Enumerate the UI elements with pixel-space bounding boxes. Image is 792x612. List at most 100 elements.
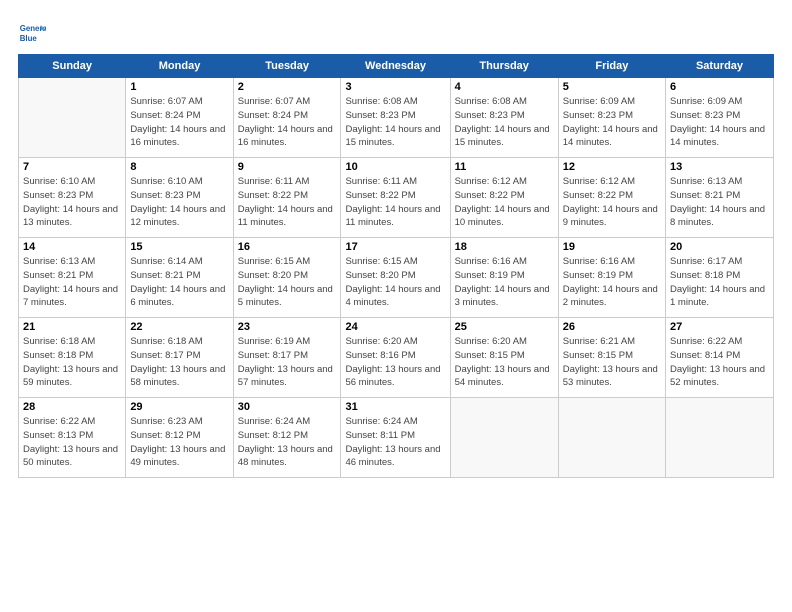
calendar-cell: 20Sunrise: 6:17 AMSunset: 8:18 PMDayligh…: [666, 238, 774, 318]
calendar-body: 1 Sunrise: 6:07 AMSunset: 8:24 PMDaylight…: [19, 78, 774, 478]
day-info: Sunrise: 6:19 AMSunset: 8:17 PMDaylight:…: [238, 335, 337, 390]
calendar-cell: 9Sunrise: 6:11 AMSunset: 8:22 PMDaylight…: [233, 158, 341, 238]
calendar-cell: 22 Sunrise: 6:18 AMSunset: 8:17 PMDayligh…: [126, 318, 233, 398]
day-number: 9: [238, 161, 337, 173]
day-number: 2: [238, 81, 337, 93]
calendar-week-row: 28 Sunrise: 6:22 AMSunset: 8:13 PMDayligh…: [19, 398, 774, 478]
calendar-week-row: 14 Sunrise: 6:13 AMSunset: 8:21 PMDayligh…: [19, 238, 774, 318]
calendar-cell: 25 Sunrise: 6:20 AMSunset: 8:15 PMDayligh…: [450, 318, 558, 398]
day-number: 18: [455, 241, 554, 253]
day-info: Sunrise: 6:11 AMSunset: 8:22 PMDaylight:…: [345, 175, 445, 230]
day-info: Sunrise: 6:22 AMSunset: 8:13 PMDaylight:…: [23, 415, 121, 470]
day-number: 1: [130, 81, 228, 93]
day-number: 5: [563, 81, 661, 93]
calendar-cell: 8 Sunrise: 6:10 AMSunset: 8:23 PMDaylight…: [126, 158, 233, 238]
calendar-week-row: 7 Sunrise: 6:10 AMSunset: 8:23 PMDaylight…: [19, 158, 774, 238]
calendar-cell: [450, 398, 558, 478]
day-info: Sunrise: 6:20 AMSunset: 8:16 PMDaylight:…: [345, 335, 445, 390]
calendar-cell: 1 Sunrise: 6:07 AMSunset: 8:24 PMDaylight…: [126, 78, 233, 158]
day-info: Sunrise: 6:13 AMSunset: 8:21 PMDaylight:…: [23, 255, 121, 310]
day-number: 15: [130, 241, 228, 253]
day-header: Thursday: [450, 55, 558, 78]
calendar-cell: 4Sunrise: 6:08 AMSunset: 8:23 PMDaylight…: [450, 78, 558, 158]
day-number: 11: [455, 161, 554, 173]
day-info: Sunrise: 6:16 AMSunset: 8:19 PMDaylight:…: [455, 255, 554, 310]
calendar-page: General Blue SundayMondayTuesdayWednesda…: [0, 0, 792, 488]
day-number: 13: [670, 161, 769, 173]
calendar-cell: 16 Sunrise: 6:15 AMSunset: 8:20 PMDayligh…: [233, 238, 341, 318]
calendar-header-row: SundayMondayTuesdayWednesdayThursdayFrid…: [19, 55, 774, 78]
day-info: Sunrise: 6:14 AMSunset: 8:21 PMDaylight:…: [130, 255, 228, 310]
day-info: Sunrise: 6:07 AMSunset: 8:24 PMDaylight:…: [130, 95, 228, 150]
calendar-cell: 6 Sunrise: 6:09 AMSunset: 8:23 PMDaylight…: [666, 78, 774, 158]
calendar-header: General Blue: [18, 18, 774, 46]
day-header: Saturday: [666, 55, 774, 78]
day-header: Tuesday: [233, 55, 341, 78]
day-info: Sunrise: 6:21 AMSunset: 8:15 PMDaylight:…: [563, 335, 661, 390]
day-number: 31: [345, 401, 445, 413]
logo: General Blue: [18, 18, 50, 46]
calendar-cell: 14 Sunrise: 6:13 AMSunset: 8:21 PMDayligh…: [19, 238, 126, 318]
calendar-cell: 21 Sunrise: 6:18 AMSunset: 8:18 PMDayligh…: [19, 318, 126, 398]
day-info: Sunrise: 6:18 AMSunset: 8:18 PMDaylight:…: [23, 335, 121, 390]
day-number: 29: [130, 401, 228, 413]
calendar-cell: 18 Sunrise: 6:16 AMSunset: 8:19 PMDayligh…: [450, 238, 558, 318]
day-header: Sunday: [19, 55, 126, 78]
calendar-cell: 10Sunrise: 6:11 AMSunset: 8:22 PMDayligh…: [341, 158, 450, 238]
day-number: 21: [23, 321, 121, 333]
day-number: 8: [130, 161, 228, 173]
day-number: 23: [238, 321, 337, 333]
day-info: Sunrise: 6:07 AMSunset: 8:24 PMDaylight:…: [238, 95, 337, 150]
calendar-cell: 11Sunrise: 6:12 AMSunset: 8:22 PMDayligh…: [450, 158, 558, 238]
day-info: Sunrise: 6:15 AMSunset: 8:20 PMDaylight:…: [238, 255, 337, 310]
day-number: 25: [455, 321, 554, 333]
calendar-cell: [558, 398, 665, 478]
day-info: Sunrise: 6:24 AMSunset: 8:11 PMDaylight:…: [345, 415, 445, 470]
logo-icon: General Blue: [18, 18, 46, 46]
day-info: Sunrise: 6:23 AMSunset: 8:12 PMDaylight:…: [130, 415, 228, 470]
calendar-cell: [19, 78, 126, 158]
calendar-cell: 29 Sunrise: 6:23 AMSunset: 8:12 PMDayligh…: [126, 398, 233, 478]
day-header: Friday: [558, 55, 665, 78]
svg-text:Blue: Blue: [20, 34, 38, 43]
calendar-table: SundayMondayTuesdayWednesdayThursdayFrid…: [18, 54, 774, 478]
day-number: 17: [345, 241, 445, 253]
day-info: Sunrise: 6:08 AMSunset: 8:23 PMDaylight:…: [345, 95, 445, 150]
day-info: Sunrise: 6:17 AMSunset: 8:18 PMDaylight:…: [670, 255, 769, 310]
day-number: 30: [238, 401, 337, 413]
calendar-cell: 15 Sunrise: 6:14 AMSunset: 8:21 PMDayligh…: [126, 238, 233, 318]
calendar-cell: 7Sunrise: 6:10 AMSunset: 8:23 PMDaylight…: [19, 158, 126, 238]
day-number: 22: [130, 321, 228, 333]
day-header: Wednesday: [341, 55, 450, 78]
day-info: Sunrise: 6:12 AMSunset: 8:22 PMDaylight:…: [563, 175, 661, 230]
day-number: 24: [345, 321, 445, 333]
day-info: Sunrise: 6:09 AMSunset: 8:23 PMDaylight:…: [670, 95, 769, 150]
day-number: 4: [455, 81, 554, 93]
day-number: 19: [563, 241, 661, 253]
day-info: Sunrise: 6:10 AMSunset: 8:23 PMDaylight:…: [130, 175, 228, 230]
day-number: 12: [563, 161, 661, 173]
day-number: 28: [23, 401, 121, 413]
calendar-cell: 24 Sunrise: 6:20 AMSunset: 8:16 PMDayligh…: [341, 318, 450, 398]
day-number: 27: [670, 321, 769, 333]
day-number: 16: [238, 241, 337, 253]
day-number: 6: [670, 81, 769, 93]
calendar-cell: 13 Sunrise: 6:13 AMSunset: 8:21 PMDayligh…: [666, 158, 774, 238]
calendar-week-row: 1 Sunrise: 6:07 AMSunset: 8:24 PMDaylight…: [19, 78, 774, 158]
day-info: Sunrise: 6:24 AMSunset: 8:12 PMDaylight:…: [238, 415, 337, 470]
calendar-cell: 5Sunrise: 6:09 AMSunset: 8:23 PMDaylight…: [558, 78, 665, 158]
calendar-cell: 12 Sunrise: 6:12 AMSunset: 8:22 PMDayligh…: [558, 158, 665, 238]
calendar-cell: 30 Sunrise: 6:24 AMSunset: 8:12 PMDayligh…: [233, 398, 341, 478]
calendar-cell: 27Sunrise: 6:22 AMSunset: 8:14 PMDayligh…: [666, 318, 774, 398]
day-number: 7: [23, 161, 121, 173]
day-info: Sunrise: 6:16 AMSunset: 8:19 PMDaylight:…: [563, 255, 661, 310]
day-info: Sunrise: 6:13 AMSunset: 8:21 PMDaylight:…: [670, 175, 769, 230]
day-number: 14: [23, 241, 121, 253]
day-info: Sunrise: 6:18 AMSunset: 8:17 PMDaylight:…: [130, 335, 228, 390]
calendar-cell: 28 Sunrise: 6:22 AMSunset: 8:13 PMDayligh…: [19, 398, 126, 478]
calendar-cell: 31 Sunrise: 6:24 AMSunset: 8:11 PMDayligh…: [341, 398, 450, 478]
day-info: Sunrise: 6:20 AMSunset: 8:15 PMDaylight:…: [455, 335, 554, 390]
calendar-cell: 17Sunrise: 6:15 AMSunset: 8:20 PMDayligh…: [341, 238, 450, 318]
day-number: 26: [563, 321, 661, 333]
calendar-week-row: 21 Sunrise: 6:18 AMSunset: 8:18 PMDayligh…: [19, 318, 774, 398]
